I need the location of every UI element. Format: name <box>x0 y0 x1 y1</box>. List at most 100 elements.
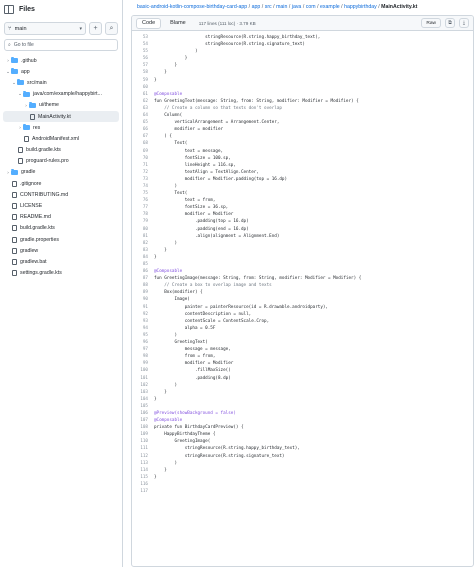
tree-item[interactable]: build.gradle.kts <box>3 223 119 234</box>
line-number[interactable]: 99 <box>132 360 154 367</box>
line-number[interactable]: 67 <box>132 133 154 140</box>
line-number[interactable]: 68 <box>132 140 154 147</box>
line-number[interactable]: 54 <box>132 41 154 48</box>
line-number[interactable]: 59 <box>132 77 154 84</box>
line-number[interactable]: 71 <box>132 162 154 169</box>
tree-item[interactable]: .gitignore <box>3 178 119 189</box>
line-number[interactable]: 106 <box>132 410 154 417</box>
tree-item[interactable]: README.md <box>3 212 119 223</box>
breadcrumb-link[interactable]: happybirthday <box>344 4 377 10</box>
line-number[interactable]: 100 <box>132 367 154 374</box>
breadcrumb-link[interactable]: java <box>292 4 302 10</box>
line-number[interactable]: 88 <box>132 282 154 289</box>
line-number[interactable]: 91 <box>132 304 154 311</box>
line-number[interactable]: 64 <box>132 112 154 119</box>
line-number[interactable]: 85 <box>132 261 154 268</box>
line-number[interactable]: 78 <box>132 211 154 218</box>
line-number[interactable]: 58 <box>132 69 154 76</box>
line-number[interactable]: 89 <box>132 289 154 296</box>
line-number[interactable]: 81 <box>132 233 154 240</box>
line-number[interactable]: 66 <box>132 126 154 133</box>
line-number[interactable]: 116 <box>132 481 154 488</box>
line-number[interactable]: 56 <box>132 55 154 62</box>
breadcrumb-link[interactable]: app <box>252 4 261 10</box>
line-number[interactable]: 60 <box>132 84 154 91</box>
line-number[interactable]: 90 <box>132 296 154 303</box>
tree-item[interactable]: AndroidManifest.xml <box>3 133 119 144</box>
line-number[interactable]: 69 <box>132 148 154 155</box>
line-number[interactable]: 97 <box>132 346 154 353</box>
line-number[interactable]: 115 <box>132 474 154 481</box>
line-number[interactable]: 83 <box>132 247 154 254</box>
line-number[interactable]: 110 <box>132 438 154 445</box>
line-number[interactable]: 87 <box>132 275 154 282</box>
tree-item[interactable]: ⌄ java/com/example/happybirt... <box>3 89 119 100</box>
line-number[interactable]: 57 <box>132 62 154 69</box>
tree-item[interactable]: › res <box>3 122 119 133</box>
line-number[interactable]: 111 <box>132 445 154 452</box>
line-number[interactable]: 86 <box>132 268 154 275</box>
line-number[interactable]: 113 <box>132 460 154 467</box>
raw-button[interactable]: Raw <box>421 18 441 28</box>
tab-blame[interactable]: Blame <box>165 18 191 29</box>
line-number[interactable]: 80 <box>132 226 154 233</box>
line-number[interactable]: 62 <box>132 98 154 105</box>
copy-icon[interactable]: ⧉ <box>445 18 455 28</box>
tree-item[interactable]: MainActivity.kt <box>3 110 119 123</box>
line-number[interactable]: 94 <box>132 325 154 332</box>
line-number[interactable]: 98 <box>132 353 154 360</box>
tree-item[interactable]: › ui/theme <box>3 100 119 111</box>
line-number[interactable]: 105 <box>132 403 154 410</box>
tree-item[interactable]: gradlew.bat <box>3 256 119 267</box>
line-number[interactable]: 63 <box>132 105 154 112</box>
go-to-file-input[interactable]: ⌕ Go to file <box>4 39 118 51</box>
line-number[interactable]: 76 <box>132 197 154 204</box>
line-number[interactable]: 82 <box>132 240 154 247</box>
tree-item[interactable]: build.gradle.kts <box>3 145 119 156</box>
line-number[interactable]: 72 <box>132 169 154 176</box>
line-number[interactable]: 107 <box>132 417 154 424</box>
line-number[interactable]: 96 <box>132 339 154 346</box>
tree-item[interactable]: › gradle <box>3 167 119 178</box>
line-number[interactable]: 93 <box>132 318 154 325</box>
line-number[interactable]: 55 <box>132 48 154 55</box>
line-number[interactable]: 103 <box>132 389 154 396</box>
line-number[interactable]: 92 <box>132 311 154 318</box>
line-number[interactable]: 114 <box>132 467 154 474</box>
tree-item[interactable]: CONTRIBUTING.md <box>3 189 119 200</box>
line-number[interactable]: 104 <box>132 396 154 403</box>
breadcrumb-link[interactable]: example <box>320 4 340 10</box>
breadcrumb-link[interactable]: src <box>265 4 272 10</box>
breadcrumb-link[interactable]: main <box>276 4 287 10</box>
line-number[interactable]: 53 <box>132 34 154 41</box>
line-number[interactable]: 108 <box>132 424 154 431</box>
search-button[interactable]: ⌕ <box>105 22 118 35</box>
download-icon[interactable]: ⤓ <box>459 18 469 28</box>
breadcrumb-link[interactable]: com <box>306 4 316 10</box>
line-number[interactable]: 65 <box>132 119 154 126</box>
tree-item[interactable]: proguard-rules.pro <box>3 156 119 167</box>
line-number[interactable]: 117 <box>132 488 154 495</box>
line-number[interactable]: 77 <box>132 204 154 211</box>
add-file-button[interactable]: + <box>89 22 102 35</box>
line-number[interactable]: 73 <box>132 176 154 183</box>
tree-item[interactable]: settings.gradle.kts <box>3 268 119 279</box>
line-number[interactable]: 74 <box>132 183 154 190</box>
line-number[interactable]: 95 <box>132 332 154 339</box>
line-number[interactable]: 79 <box>132 218 154 225</box>
tree-item[interactable]: › .github <box>3 55 119 66</box>
tree-item[interactable]: LICENSE <box>3 200 119 211</box>
line-number[interactable]: 101 <box>132 375 154 382</box>
branch-selector[interactable]: ⑂ main ▾ <box>4 22 86 35</box>
tree-item[interactable]: ⌄ app <box>3 66 119 77</box>
collapse-panel-icon[interactable] <box>4 4 14 14</box>
line-number[interactable]: 102 <box>132 382 154 389</box>
line-number[interactable]: 75 <box>132 190 154 197</box>
tab-code[interactable]: Code <box>136 17 162 29</box>
line-number[interactable]: 70 <box>132 155 154 162</box>
tree-item[interactable]: gradle.properties <box>3 234 119 245</box>
line-number[interactable]: 109 <box>132 431 154 438</box>
breadcrumb-link[interactable]: basic-android-kotlin-compose-birthday-ca… <box>137 4 247 10</box>
line-number[interactable]: 112 <box>132 453 154 460</box>
line-number[interactable]: 84 <box>132 254 154 261</box>
